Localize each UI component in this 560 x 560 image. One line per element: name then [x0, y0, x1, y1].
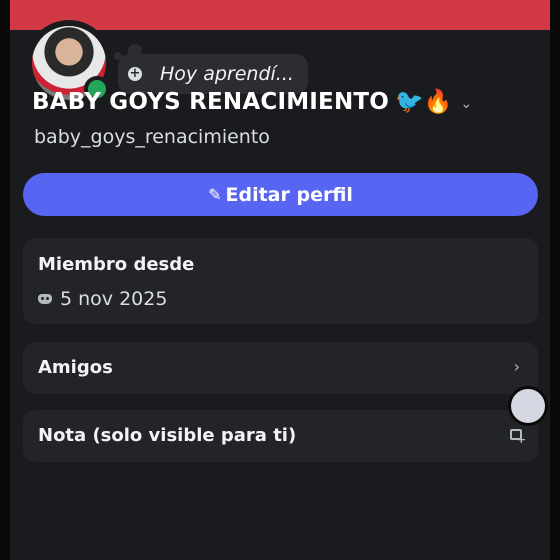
- chevron-down-icon[interactable]: ⌄: [460, 96, 472, 112]
- plus-circle-icon: +: [128, 66, 142, 81]
- assistive-touch-button[interactable]: [508, 386, 548, 426]
- display-name: BABY GOYS RENACIMIENTO: [32, 88, 390, 115]
- name-emoji: 🐦🔥: [395, 89, 453, 115]
- username: baby_goys_renacimiento: [34, 126, 270, 148]
- member-since-card: Miembro desde 5 nov 2025: [23, 238, 538, 324]
- note-row[interactable]: Nota (solo visible para ti): [23, 410, 538, 462]
- screen-edge-left: [0, 0, 10, 560]
- screen-edge-right: [550, 0, 560, 560]
- friends-row[interactable]: Amigos ›: [23, 342, 538, 394]
- member-since-date: 5 nov 2025: [60, 288, 168, 310]
- profile-content: + Hoy aprendí... BABY GOYS RENACIMIENTO …: [10, 20, 550, 560]
- member-since-row: 5 nov 2025: [38, 288, 167, 310]
- note-label: Nota (solo visible para ti): [38, 425, 297, 446]
- custom-status-text: Hoy aprendí...: [160, 63, 294, 85]
- chevron-right-icon: ›: [513, 357, 520, 376]
- display-name-row[interactable]: BABY GOYS RENACIMIENTO 🐦🔥 ⌄: [32, 88, 472, 116]
- edit-profile-button[interactable]: ✎ Editar perfil: [23, 173, 538, 216]
- discord-icon: [38, 294, 52, 304]
- member-since-title: Miembro desde: [38, 254, 195, 275]
- friends-label: Amigos: [38, 357, 113, 378]
- note-add-icon: [510, 429, 526, 446]
- pencil-icon: ✎: [208, 185, 222, 204]
- edit-profile-label: Editar perfil: [225, 183, 353, 206]
